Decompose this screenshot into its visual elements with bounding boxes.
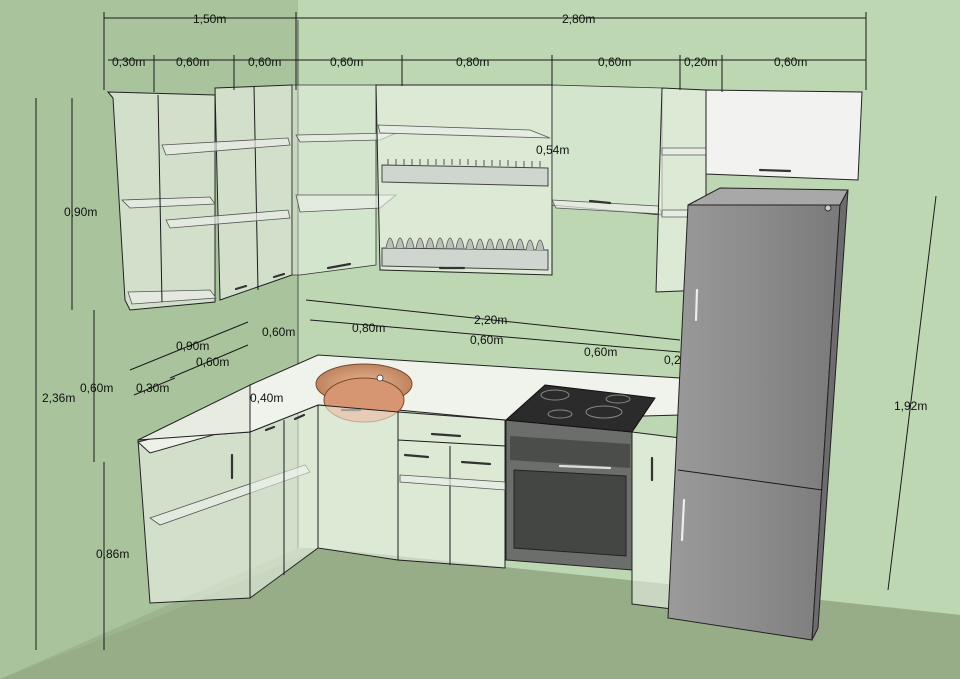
base-sink-cabinet (317, 404, 399, 561)
dim-left-depth-b: 0,60m (196, 355, 229, 369)
dim-upper-height: 0,90m (64, 205, 97, 219)
dim-top-2: 0,60m (248, 55, 281, 69)
upper-left-open-shelf (106, 91, 217, 311)
dim-top-0: 0,30m (112, 55, 145, 69)
dim-top-6: 0,20m (684, 55, 717, 69)
dim-gap-height: 0,60m (80, 381, 113, 395)
dim-left-depth-c: 0,30m (136, 381, 169, 395)
dim-total-right: 2,80m (562, 12, 595, 26)
dim-top-5: 0,60m (598, 55, 631, 69)
dim-counter-2: 0,60m (584, 345, 617, 359)
kitchen-diagram: 1,50m 2,80m 0,30m 0,60m 0,60m 0,60m 0,80… (0, 0, 960, 679)
dim-top-3: 0,60m (330, 55, 363, 69)
dim-top-1: 0,60m (176, 55, 209, 69)
dim-left-depth-a: 0,90m (176, 339, 209, 353)
dim-fridge-height: 1,92m (894, 399, 927, 413)
dim-top-4: 0,80m (456, 55, 489, 69)
dim-rack-height: 0,54m (536, 143, 569, 157)
dim-counter-1: 0,60m (470, 333, 503, 347)
upper-fridge-cabinet (705, 89, 863, 181)
dim-counter-3: 0,2 (664, 353, 681, 367)
dim-corner-a: 0,60m (262, 325, 295, 339)
dim-corner-b: 0,40m (250, 391, 283, 405)
fridge (667, 187, 849, 641)
dim-top-7: 0,60m (774, 55, 807, 69)
dim-total-height: 2,36m (42, 391, 75, 405)
base-drawer-cabinet (397, 411, 506, 569)
dim-counter-width: 2,20m (474, 313, 507, 327)
upper-dish-rack-cabinet (375, 84, 553, 276)
dim-base-height: 0,86m (96, 547, 129, 561)
dim-counter-0: 0,80m (352, 321, 385, 335)
dim-total-left: 1,50m (193, 12, 226, 26)
oven (505, 419, 633, 571)
